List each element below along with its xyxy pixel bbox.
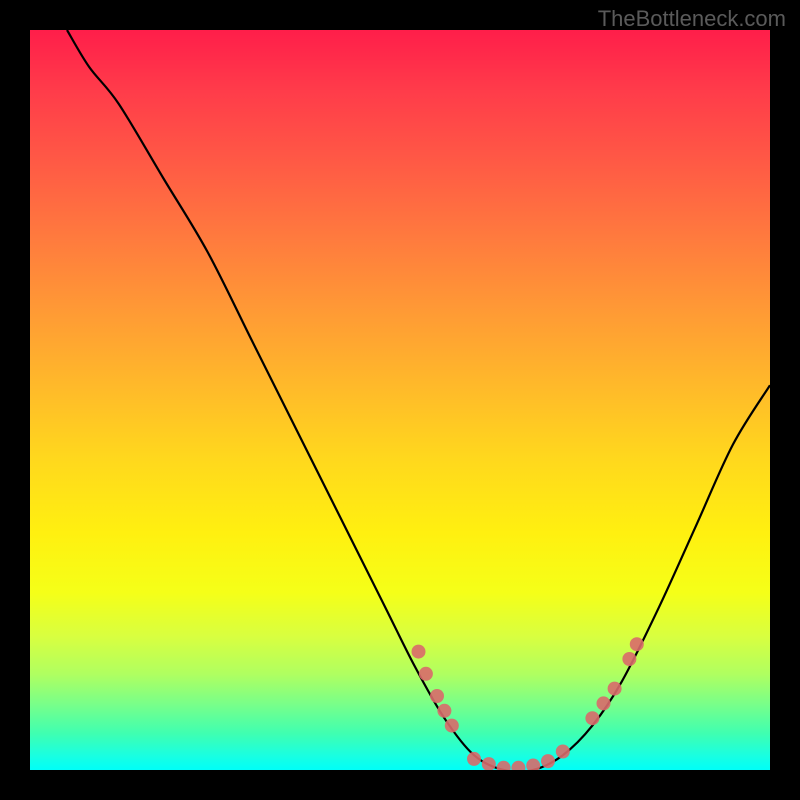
data-marker — [430, 689, 444, 703]
data-marker — [445, 719, 459, 733]
data-marker — [467, 752, 481, 766]
data-marker — [541, 754, 555, 768]
bottleneck-curve — [67, 30, 770, 770]
chart-plot-area — [30, 30, 770, 770]
data-marker — [437, 704, 451, 718]
data-marker — [497, 761, 511, 770]
data-marker — [511, 761, 525, 770]
data-marker — [412, 645, 426, 659]
data-marker — [622, 652, 636, 666]
chart-svg — [30, 30, 770, 770]
data-marker — [419, 667, 433, 681]
data-marker — [526, 759, 540, 770]
curve-group — [67, 30, 770, 770]
marker-group — [412, 637, 644, 770]
data-marker — [585, 711, 599, 725]
data-marker — [482, 757, 496, 770]
data-marker — [556, 745, 570, 759]
data-marker — [630, 637, 644, 651]
data-marker — [608, 682, 622, 696]
data-marker — [597, 696, 611, 710]
watermark-text: TheBottleneck.com — [598, 6, 786, 32]
